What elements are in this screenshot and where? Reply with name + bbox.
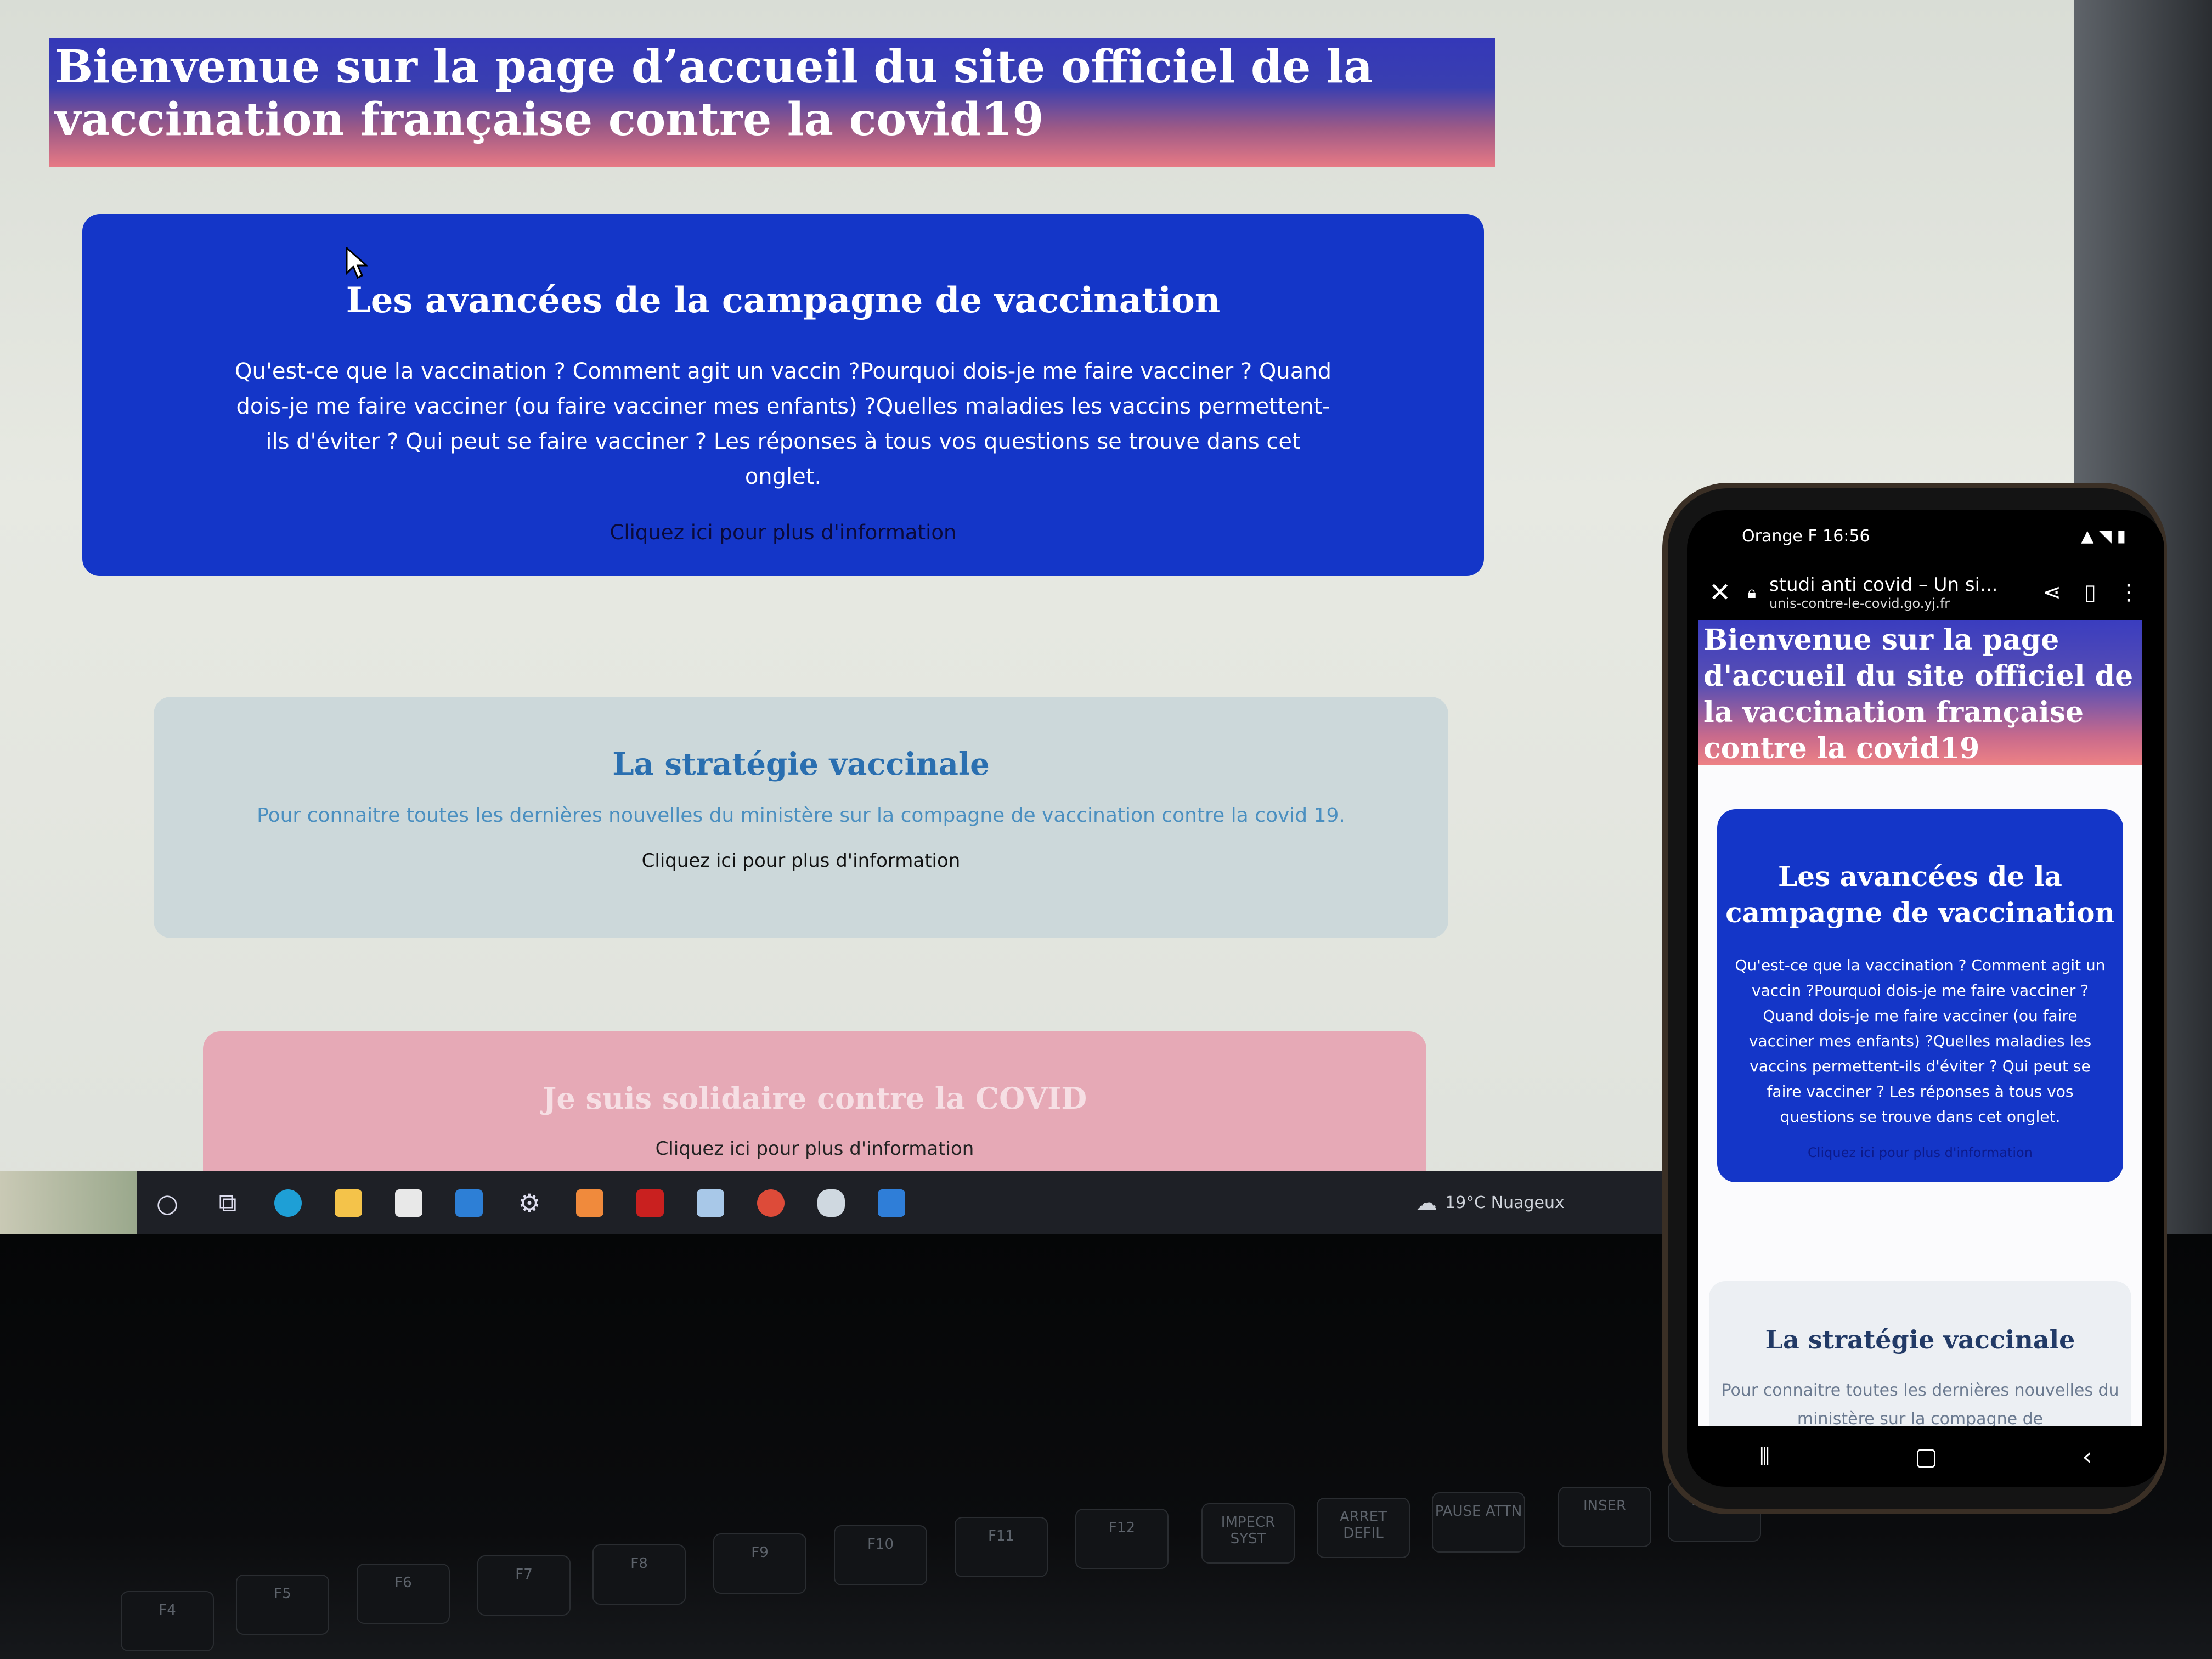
- file-explorer-icon[interactable]: [326, 1181, 370, 1225]
- more-menu-icon[interactable]: ⋮: [2109, 580, 2148, 605]
- card-title: Les avancées de la campagne de vaccinati…: [346, 280, 1221, 321]
- card-strategie-vaccinale: La stratégie vaccinale Pour connaitre to…: [154, 697, 1448, 938]
- close-icon[interactable]: ✕: [1709, 577, 1747, 608]
- recents-icon[interactable]: ⦀: [1759, 1443, 1770, 1471]
- key-f8[interactable]: F8: [592, 1544, 686, 1605]
- chrome-icon[interactable]: [749, 1181, 793, 1225]
- android-nav-bar: ⦀ ▢ ‹: [1687, 1426, 2164, 1487]
- key-print-screen[interactable]: IMPECR SYST: [1201, 1503, 1295, 1564]
- xampp-icon[interactable]: [568, 1181, 612, 1225]
- url-text: unis-contre-le-covid.go.yj.fr: [1769, 596, 1950, 611]
- more-info-link[interactable]: Cliquez ici pour plus d'information: [203, 1138, 1426, 1160]
- notepad-icon[interactable]: [689, 1181, 732, 1225]
- browser-bar: ✕ 🔒︎ studi anti covid – Un si... unis-co…: [1709, 565, 2148, 620]
- key-f6[interactable]: F6: [357, 1564, 450, 1624]
- lock-icon: 🔒︎: [1747, 583, 1756, 602]
- card-text: Pour connaitre toutes les dernières nouv…: [257, 804, 1345, 827]
- cloud-app-icon[interactable]: [809, 1181, 853, 1225]
- task-view-icon[interactable]: ⧉: [206, 1181, 250, 1225]
- weather-text: 19°C Nuageux: [1445, 1193, 1565, 1212]
- card-text: Qu'est-ce que la vaccination ? Comment a…: [235, 359, 1331, 489]
- key-f7[interactable]: F7: [477, 1555, 571, 1616]
- key-f9[interactable]: F9: [713, 1533, 806, 1594]
- card-avancees-campagne: Les avancées de la campagne de vaccinati…: [82, 214, 1484, 576]
- back-icon[interactable]: ‹: [2082, 1443, 2092, 1471]
- phone-screen: Orange F 16:56 ▲ ◥ ▮ ✕ 🔒︎ studi anti cov…: [1687, 510, 2164, 1487]
- card-avancees-campagne: Les avancées de la campagne de vaccinati…: [1717, 809, 2123, 1182]
- start-button[interactable]: [0, 1171, 137, 1234]
- more-info-link[interactable]: Cliquez ici pour plus d'information: [154, 850, 1448, 872]
- bookmark-icon[interactable]: ▯: [2071, 580, 2109, 605]
- weather-widget[interactable]: ☁ 19°C Nuageux: [1415, 1171, 1565, 1234]
- key-f12[interactable]: F12: [1075, 1509, 1169, 1569]
- cloud-icon: ☁: [1415, 1190, 1437, 1216]
- key-f10[interactable]: F10: [834, 1525, 927, 1585]
- key-f4[interactable]: F4: [121, 1591, 214, 1651]
- store-icon[interactable]: [387, 1181, 431, 1225]
- key-scroll-lock[interactable]: ARRET DEFIL: [1317, 1498, 1410, 1558]
- card-title: Les avancées de la campagne de vaccinati…: [1725, 860, 2115, 929]
- page-title: Bienvenue sur la page d'accueil du site …: [1698, 620, 2142, 765]
- key-pause[interactable]: PAUSE ATTN: [1432, 1492, 1525, 1553]
- carrier-time: Orange F 16:56: [1742, 527, 1870, 546]
- card-text: Qu'est-ce que la vaccination ? Comment a…: [1735, 956, 2106, 1126]
- calculator-icon[interactable]: [870, 1181, 913, 1225]
- more-info-link[interactable]: Cliquez ici pour plus d'information: [82, 521, 1484, 544]
- card-title: La stratégie vaccinale: [1765, 1325, 2075, 1355]
- edge-icon[interactable]: [266, 1181, 310, 1225]
- card-title: Je suis solidaire contre la COVID: [542, 1081, 1087, 1116]
- status-bar: Orange F 16:56 ▲ ◥ ▮: [1742, 527, 2126, 554]
- card-strategie-vaccinale: La stratégie vaccinale Pour connaitre to…: [1709, 1281, 2131, 1426]
- mobile-webpage: Bienvenue sur la page d'accueil du site …: [1698, 620, 2142, 1426]
- settings-icon[interactable]: ⚙: [507, 1181, 551, 1225]
- more-info-link[interactable]: Cliquez ici pour plus d'information: [1717, 1145, 2123, 1160]
- url-area[interactable]: studi anti covid – Un si... unis-contre-…: [1769, 574, 2033, 611]
- key-f11[interactable]: F11: [955, 1517, 1048, 1577]
- filezilla-icon[interactable]: [628, 1181, 672, 1225]
- home-icon[interactable]: ▢: [1915, 1443, 1938, 1471]
- card-title: La stratégie vaccinale: [612, 746, 990, 782]
- search-circle-icon[interactable]: ○: [145, 1181, 189, 1225]
- mail-icon[interactable]: [447, 1181, 491, 1225]
- key-insert[interactable]: INSER: [1558, 1487, 1651, 1547]
- status-icons: ▲ ◥ ▮: [2081, 527, 2126, 546]
- page-title: Bienvenue sur la page d’accueil du site …: [49, 38, 1495, 167]
- card-text: Pour connaitre toutes les dernières nouv…: [1721, 1381, 2119, 1426]
- tab-title: studi anti covid – Un si...: [1769, 574, 1998, 596]
- key-f5[interactable]: F5: [236, 1575, 329, 1635]
- mouse-cursor-icon: [346, 247, 368, 279]
- share-icon[interactable]: ⋖: [2033, 580, 2071, 605]
